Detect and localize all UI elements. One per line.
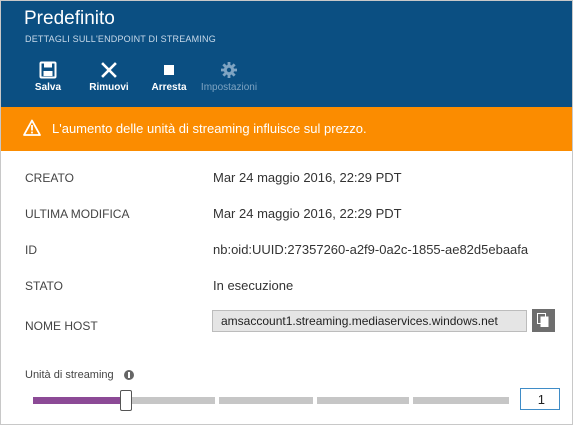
slider-thumb[interactable]	[120, 390, 132, 411]
streaming-units-input[interactable]: 1	[520, 388, 560, 410]
copy-icon	[537, 313, 549, 327]
stop-button[interactable]: Arresta	[139, 61, 199, 93]
created-value: Mar 24 maggio 2016, 22:29 PDT	[213, 170, 402, 185]
page-title: Predefinito	[24, 8, 115, 29]
page-subtitle: DETTAGLI SULL'ENDPOINT DI STREAMING	[25, 34, 216, 44]
detail-row-modified: ULTIMA MODIFICA Mar 24 maggio 2016, 22:2…	[0, 204, 573, 224]
save-button[interactable]: Salva	[18, 61, 78, 93]
settings-label: Impostazioni	[200, 82, 258, 93]
remove-button[interactable]: Rimuovi	[79, 61, 139, 93]
slider-fill	[33, 397, 125, 404]
copy-button[interactable]	[532, 309, 555, 332]
created-label: CREATO	[25, 171, 74, 185]
warning-text: L'aumento delle unità di streaming influ…	[52, 121, 367, 136]
warning-icon	[23, 119, 41, 136]
state-value: In esecuzione	[213, 278, 294, 293]
streaming-units-label: Unità di streaming	[25, 369, 114, 381]
detail-row-state: STATO In esecuzione	[0, 276, 573, 296]
warning-banner: L'aumento delle unità di streaming influ…	[1, 107, 572, 151]
info-icon[interactable]	[124, 370, 134, 380]
settings-button[interactable]: Impostazioni	[199, 61, 259, 93]
stop-icon	[164, 65, 174, 75]
slider-track-segment[interactable]	[413, 397, 509, 404]
slider-track-segment[interactable]	[219, 397, 313, 404]
id-label: ID	[25, 243, 37, 257]
detail-row-id: ID nb:oid:UUID:27357260-a2f9-0a2c-1855-a…	[0, 240, 573, 260]
close-icon	[101, 62, 117, 78]
host-name-field[interactable]: amsaccount1.streaming.mediaservices.wind…	[212, 310, 527, 332]
blade-header: Predefinito DETTAGLI SULL'ENDPOINT DI ST…	[1, 1, 572, 107]
stop-label: Arresta	[151, 82, 187, 93]
modified-label: ULTIMA MODIFICA	[25, 207, 130, 221]
save-icon	[39, 61, 57, 79]
remove-label: Rimuovi	[89, 82, 129, 93]
detail-row-created: CREATO Mar 24 maggio 2016, 22:29 PDT	[0, 168, 573, 188]
slider-track-segment[interactable]	[317, 397, 409, 404]
state-label: STATO	[25, 279, 64, 293]
save-label: Salva	[34, 82, 62, 93]
id-value: nb:oid:UUID:27357260-a2f9-0a2c-1855-ae82…	[213, 242, 529, 257]
gear-icon	[221, 62, 237, 78]
modified-value: Mar 24 maggio 2016, 22:29 PDT	[213, 206, 402, 221]
host-label: NOME HOST	[25, 319, 98, 333]
